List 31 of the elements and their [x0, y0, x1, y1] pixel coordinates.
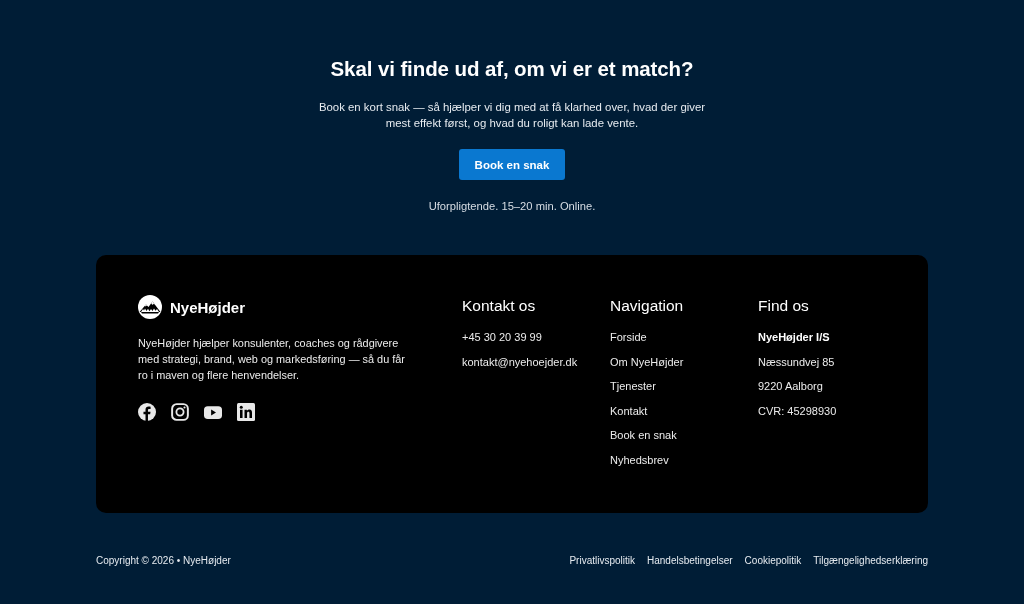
legal-link[interactable]: Privatlivspolitik — [569, 555, 635, 566]
email-link[interactable]: kontakt@nyehoejder.dk — [462, 354, 578, 369]
phone-link[interactable]: +45 30 20 39 99 — [462, 330, 542, 344]
legal-link[interactable]: Cookiepolitik — [744, 555, 802, 566]
facebook-icon[interactable] — [138, 403, 156, 421]
instagram-icon[interactable] — [171, 403, 189, 421]
linkedin-icon[interactable] — [237, 403, 255, 421]
copyright-text: Copyright © 2026 • NyeHøjder — [96, 555, 231, 566]
nav-link[interactable]: Nyhedsbrev — [610, 452, 669, 467]
nav-link[interactable]: Book en snak — [610, 428, 677, 443]
mountain-logo-icon — [138, 295, 162, 319]
legal-link[interactable]: Handelsbetingelser — [647, 555, 733, 566]
cta-note: Uforpligtende. 15–20 min. Online. — [428, 199, 596, 214]
cta-heading: Skal vi finde ud af, om vi er et match? — [330, 56, 694, 82]
book-button[interactable]: Book en snak — [459, 149, 565, 180]
nav-link[interactable]: Forside — [610, 330, 647, 344]
nav-link[interactable]: Tjenester — [610, 379, 656, 394]
cta-text: Book en kort snak — så hjælper vi dig med at få klarhed over, hvad der giver mest effekt først, og hvad du roligt kan lade vente. — [317, 100, 707, 131]
legal-link[interactable]: Tilgængelighedserklæring — [813, 555, 928, 566]
youtube-icon[interactable] — [204, 405, 222, 419]
address-line: Næssundvej 85 — [758, 354, 835, 369]
address-line: 9220 Aalborg — [758, 379, 823, 394]
column-heading: Navigation — [610, 296, 684, 316]
company-name: NyeHøjder I/S — [758, 330, 830, 344]
brand-name: NyeHøjder — [170, 298, 246, 316]
nav-link[interactable]: Kontakt — [610, 403, 648, 418]
address-line: CVR: 45298930 — [758, 403, 837, 418]
footer-description: NyeHøjder hjælper konsulenter, coaches og rådgivere med strategi, brand, web og markedsføring — så du får ro i maven og flere henvendelser. — [138, 336, 406, 383]
column-heading: Kontakt os — [462, 296, 536, 316]
column-heading: Find os — [758, 296, 809, 316]
nav-link[interactable]: Om NyeHøjder — [610, 354, 684, 369]
